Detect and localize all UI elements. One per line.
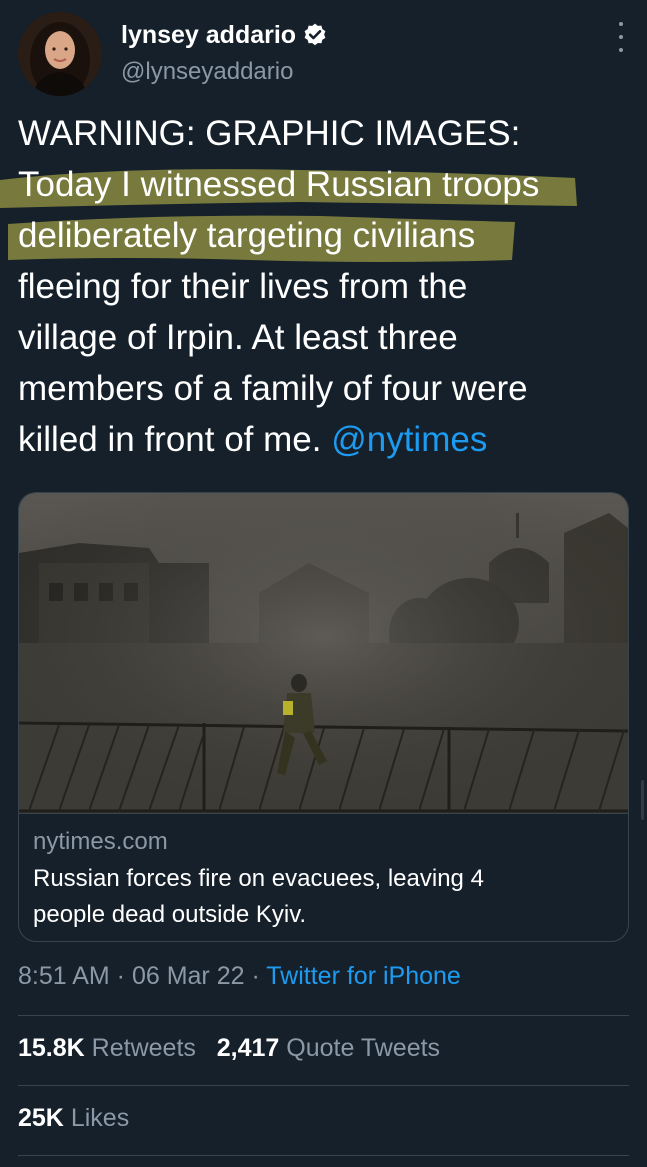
- card-title-line: Russian forces fire on evacuees, leaving…: [33, 865, 484, 892]
- card-title: Russian forces fire on evacuees, leaving…: [33, 861, 603, 933]
- author-handle[interactable]: @lynseyaddario: [121, 58, 328, 86]
- tweet-line-text: killed in front of me.: [18, 420, 332, 459]
- tweet-line: WARNING: GRAPHIC IMAGES:: [18, 114, 521, 153]
- avatar-photo: [18, 12, 102, 96]
- divider: [18, 1085, 629, 1086]
- likes-stats-row: 25K Likes: [18, 1104, 129, 1133]
- likes-count: 25K: [18, 1104, 64, 1132]
- author-block: lynsey addario @lynseyaddario: [121, 18, 328, 86]
- tweet-date[interactable]: 06 Mar 22: [132, 962, 245, 990]
- mention-link[interactable]: @nytimes: [331, 420, 487, 459]
- meta-separator: ·: [244, 962, 267, 990]
- tweet-text: WARNING: GRAPHIC IMAGES: Today I witness…: [18, 108, 630, 465]
- verified-badge-icon: [302, 22, 328, 48]
- meta-separator: ·: [109, 962, 132, 990]
- retweets-stat[interactable]: 15.8K Retweets: [18, 1034, 196, 1062]
- tweet-line: village of Irpin. At least three: [18, 318, 458, 357]
- tweet-header: lynsey addario @lynseyaddario: [18, 12, 629, 96]
- likes-stat[interactable]: 25K Likes: [18, 1104, 129, 1132]
- tweet-meta: 8:51 AM · 06 Mar 22 · Twitter for iPhone: [18, 962, 461, 991]
- quotes-stat[interactable]: 2,417 Quote Tweets: [217, 1034, 440, 1062]
- scrollbar[interactable]: [641, 780, 644, 820]
- tweet-time[interactable]: 8:51 AM: [18, 962, 110, 990]
- divider: [18, 1015, 629, 1016]
- likes-label: Likes: [70, 1104, 130, 1132]
- tweet-line: Today I witnessed Russian troops: [18, 165, 540, 204]
- photo-soldier-smoke: [19, 493, 628, 813]
- tweet-line: deliberately targeting civilians: [18, 216, 476, 255]
- link-preview-card[interactable]: nytimes.com Russian forces fire on evacu…: [18, 492, 629, 942]
- quotes-count: 2,417: [216, 1034, 280, 1062]
- tweet-source-link[interactable]: Twitter for iPhone: [266, 962, 461, 990]
- card-domain: nytimes.com: [33, 828, 168, 855]
- retweet-stats-row: 15.8K Retweets 2,417 Quote Tweets: [18, 1034, 440, 1063]
- tweet-line: fleeing for their lives from the: [18, 267, 468, 306]
- more-options-icon[interactable]: [613, 22, 629, 52]
- quotes-label: Quote Tweets: [286, 1034, 441, 1062]
- card-title-line: people dead outside Kyiv.: [33, 901, 307, 928]
- retweets-count: 15.8K: [18, 1034, 85, 1062]
- divider: [18, 1155, 629, 1156]
- author-name[interactable]: lynsey addario: [121, 21, 296, 50]
- tweet-line-last: killed in front of me. @nytimes: [18, 414, 630, 465]
- avatar[interactable]: [18, 12, 102, 96]
- tweet-line: members of a family of four were: [18, 369, 528, 408]
- retweets-label: Retweets: [91, 1034, 196, 1062]
- card-image[interactable]: [19, 493, 628, 814]
